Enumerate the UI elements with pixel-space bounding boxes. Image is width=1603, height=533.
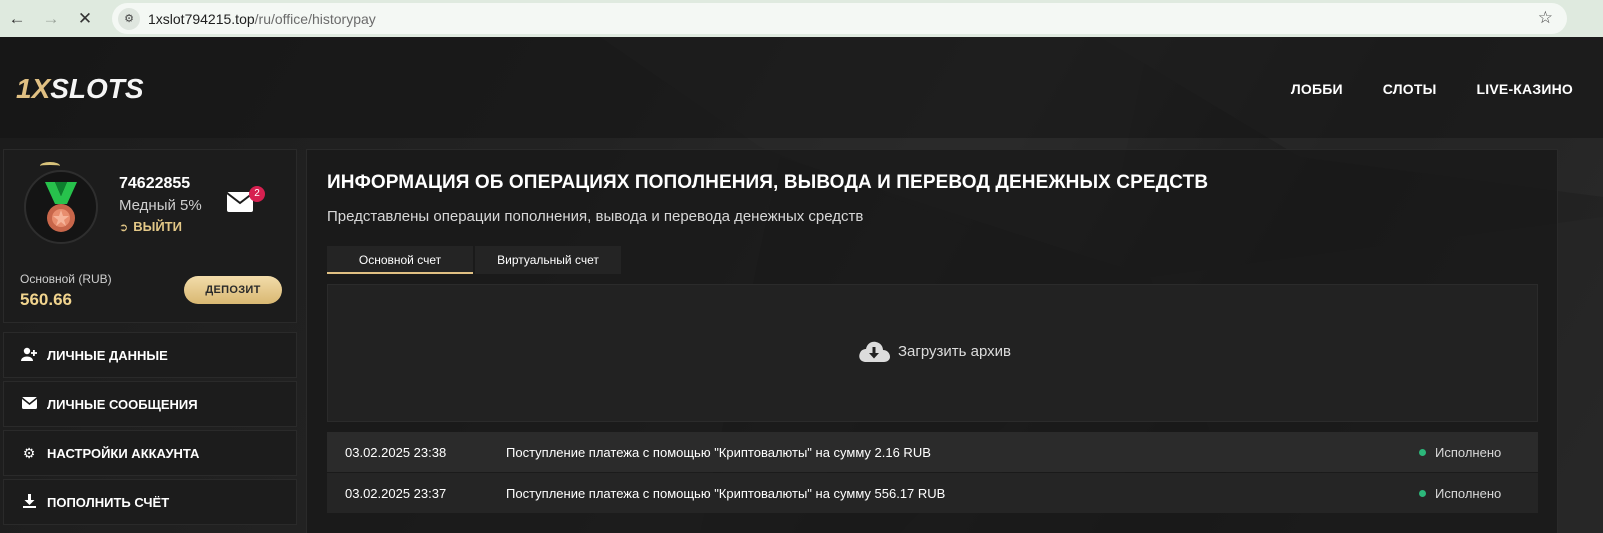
site-header: 1XSLOTS ЛОББИ СЛОТЫ LIVE-КАЗИНО <box>0 37 1603 138</box>
status-dot-icon <box>1419 448 1426 456</box>
transaction-description: Поступление платежа с помощью "Криптовал… <box>506 444 931 460</box>
transaction-datetime: 03.02.2025 23:38 <box>345 444 447 460</box>
profile-card: 74622855 Медный 5% ➲ ВЫЙТИ 2 Основной (RU… <box>3 149 297 323</box>
menu-personal-data[interactable]: ЛИЧНЫЕ ДАННЫЕ <box>3 332 297 378</box>
url-path: /ru/office/historypay <box>254 10 376 27</box>
page-title: ИНФОРМАЦИЯ ОБ ОПЕРАЦИЯХ ПОПОЛНЕНИЯ, ВЫВО… <box>327 172 1209 193</box>
main-nav: ЛОББИ СЛОТЫ LIVE-КАЗИНО <box>1291 81 1573 97</box>
menu-label: НАСТРОЙКИ АККАУНТА <box>47 445 200 461</box>
transaction-row: 03.02.2025 23:38 Поступление платежа с п… <box>327 432 1538 472</box>
menu-label: ПОПОЛНИТЬ СЧЁТ <box>47 494 170 510</box>
transaction-status: Исполнено <box>1419 445 1501 460</box>
address-bar[interactable]: ⚙ 1xslot794215.top/ru/office/historypay … <box>112 3 1567 34</box>
user-rank: Медный 5% <box>119 197 202 214</box>
logout-icon: ➲ <box>119 222 129 234</box>
transaction-datetime: 03.02.2025 23:37 <box>345 485 447 501</box>
envelope-icon <box>19 396 39 412</box>
nav-live-casino[interactable]: LIVE-КАЗИНО <box>1477 81 1573 97</box>
level-progress-arc <box>40 162 60 170</box>
logout-link[interactable]: ➲ ВЫЙТИ <box>119 219 182 234</box>
menu-account-settings[interactable]: ⚙ НАСТРОЙКИ АККАУНТА <box>3 430 297 476</box>
forward-icon[interactable]: → <box>34 0 68 37</box>
nav-slots[interactable]: СЛОТЫ <box>1383 81 1437 97</box>
status-label: Исполнено <box>1435 444 1502 460</box>
archive-download-area[interactable]: Загрузить архив <box>327 284 1538 422</box>
page-subtitle: Представлены операции пополнения, вывода… <box>327 208 864 225</box>
download-icon <box>19 493 39 511</box>
history-panel: ИНФОРМАЦИЯ ОБ ОПЕРАЦИЯХ ПОПОЛНЕНИЯ, ВЫВО… <box>306 149 1558 533</box>
cogs-icon: ⚙ <box>22 444 36 461</box>
menu-personal-messages[interactable]: ЛИЧНЫЕ СООБЩЕНИЯ <box>3 381 297 427</box>
cloud-download-icon <box>859 341 890 362</box>
unread-badge: 2 <box>249 186 265 202</box>
menu-top-up-account[interactable]: ПОПОЛНИТЬ СЧЁТ <box>3 479 297 525</box>
site-logo[interactable]: 1XSLOTS <box>16 73 144 105</box>
url-host: 1xslot794215.top <box>148 10 255 27</box>
menu-label: ЛИЧНЫЕ СООБЩЕНИЯ <box>47 396 198 412</box>
account-balance: 560.66 <box>20 290 72 309</box>
transaction-status: Исполнено <box>1419 486 1501 501</box>
status-dot-icon <box>1419 489 1426 497</box>
account-label: Основной (RUB) <box>20 272 112 286</box>
site-body: 1XSLOTS ЛОББИ СЛОТЫ LIVE-КАЗИНО 74622855… <box>0 37 1603 533</box>
bookmark-star-icon[interactable]: ☆ <box>1538 8 1553 28</box>
browser-toolbar: ← → ✕ ⚙ 1xslot794215.top/ru/office/histo… <box>0 0 1603 37</box>
archive-download-button[interactable]: Загрузить архив <box>858 340 1011 362</box>
tab-main-account[interactable]: Основной счет <box>327 246 473 274</box>
status-label: Исполнено <box>1435 485 1502 501</box>
transaction-description: Поступление платежа с помощью "Криптовал… <box>506 485 946 501</box>
logo-prefix: 1X <box>16 73 51 104</box>
archive-label: Загрузить архив <box>898 342 1012 360</box>
nav-lobby[interactable]: ЛОББИ <box>1291 81 1343 97</box>
site-settings-icon[interactable]: ⚙ <box>118 7 140 30</box>
logo-suffix: SLOTS <box>50 73 144 104</box>
close-icon[interactable]: ✕ <box>68 0 102 37</box>
url-text: 1xslot794215.top/ru/office/historypay <box>148 11 376 27</box>
tab-virtual-account[interactable]: Виртуальный счет <box>475 246 621 274</box>
user-id: 74622855 <box>119 175 191 192</box>
logout-label: ВЫЙТИ <box>133 219 182 234</box>
medal-icon <box>45 182 77 232</box>
user-plus-icon <box>19 347 39 364</box>
deposit-button[interactable]: ДЕПОЗИТ <box>184 276 282 304</box>
menu-label: ЛИЧНЫЕ ДАННЫЕ <box>47 347 168 363</box>
transaction-row: 03.02.2025 23:37 Поступление платежа с п… <box>327 473 1538 513</box>
back-icon[interactable]: ← <box>0 0 34 37</box>
